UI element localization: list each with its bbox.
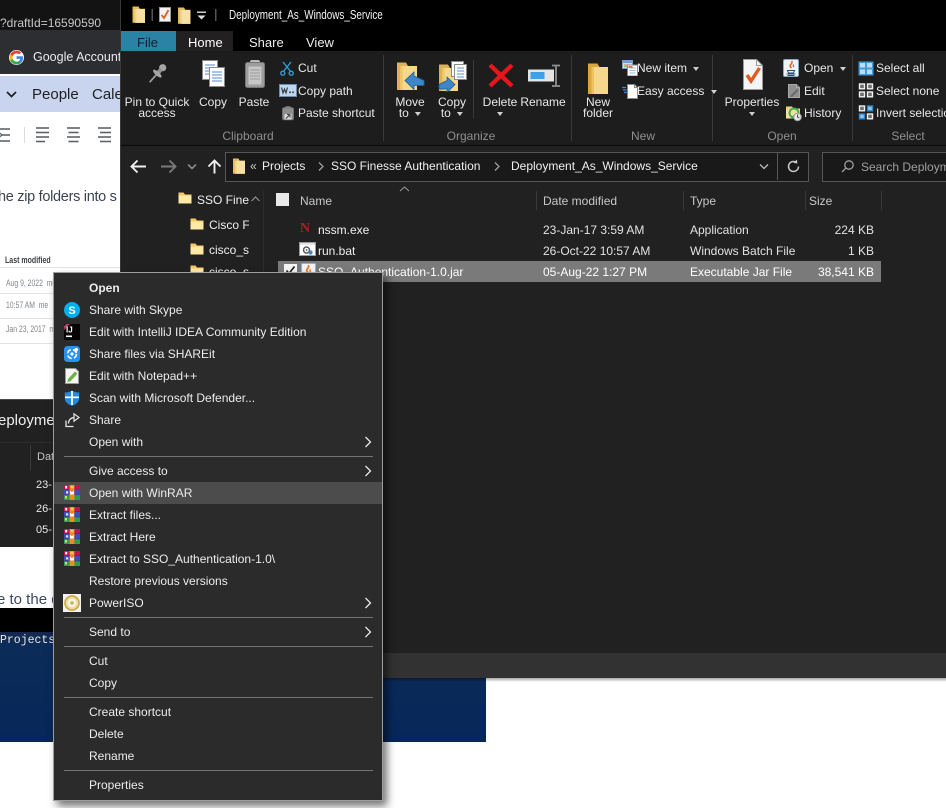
svg-text:S: S xyxy=(68,305,75,317)
svg-text:IJ: IJ xyxy=(66,326,73,335)
